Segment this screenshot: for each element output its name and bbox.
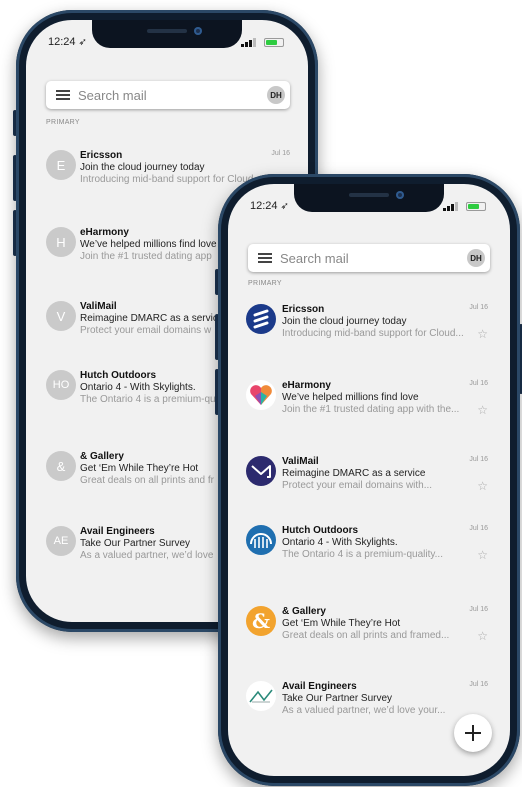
email-subject: Get ‘Em While They’re Hot [282,618,401,629]
email-subject: Reimagine DMARC as a service [282,468,426,479]
star-icon[interactable]: ☆ [477,630,488,642]
email-row[interactable]: ValiMail Reimagine DMARC as a service Pr… [246,456,488,496]
star-icon[interactable]: ☆ [477,480,488,492]
email-subject: Join the cloud journey today [282,316,407,327]
search-input[interactable]: Search mail [78,88,267,103]
hamburger-menu-icon[interactable] [56,90,70,100]
section-label-primary: PRIMARY [46,119,80,126]
email-text: Avail Engineers Take Our Partner Survey … [282,681,488,717]
gallery-ampersand-logo-icon: & [246,606,276,636]
signal-icon [241,38,256,47]
email-row[interactable]: Hutch Outdoors Ontario 4 - With Skylight… [246,525,488,565]
star-icon[interactable]: ☆ [477,328,488,340]
email-sender: Ericsson [282,304,325,315]
sender-avatar: H [46,227,76,257]
email-date: Jul 16 [469,681,488,688]
ericsson-logo-icon [246,304,276,334]
location-arrow-icon: ➶ [280,201,289,212]
clock-text: 12:24 [250,200,278,212]
email-date: Jul 16 [469,304,488,311]
email-sender: & Gallery [282,606,326,617]
hamburger-menu-icon[interactable] [258,253,272,263]
email-row[interactable]: eHarmony We’ve helped millions find love… [246,380,488,420]
account-avatar[interactable]: DH [467,249,485,267]
speaker [349,193,389,197]
email-date: Jul 16 [469,606,488,613]
email-text: & Gallery Get ‘Em While They’re Hot Grea… [282,606,488,642]
camera-icon [194,27,202,35]
email-subject: Take Our Partner Survey [282,693,393,704]
status-time: 12:24 ➶ [250,200,289,212]
hutch-tent-logo-icon [246,525,276,555]
search-bar[interactable]: Search mail DH [46,81,290,109]
email-subject: We’ve helped millions find love [282,392,419,403]
email-subject: Join the cloud journey today [80,162,205,173]
valimail-envelope-logo-icon [246,456,276,486]
email-preview: Protect your email domains with... [282,480,433,491]
star-icon[interactable]: ☆ [477,404,488,416]
sender-avatar: V [46,301,76,331]
email-sender: Hutch Outdoors [282,525,359,536]
section-label-primary: PRIMARY [248,280,282,287]
battery-icon [466,202,486,211]
notch [92,20,242,48]
email-sender: Ericsson [80,150,123,161]
email-date: Jul 16 [469,380,488,387]
email-text: Ericsson Join the cloud journey today In… [282,304,488,340]
email-preview: Introducing mid-band support for Cloud..… [282,328,464,339]
email-text: eHarmony We’ve helped millions find love… [282,380,488,416]
email-sender: ValiMail [282,456,319,467]
signal-icon [443,202,458,211]
speaker [147,29,187,33]
camera-icon [396,191,404,199]
avail-engineers-logo-icon [246,681,276,711]
email-text: Hutch Outdoors Ontario 4 - With Skylight… [282,525,488,561]
email-preview: As a valued partner, we’d love your... [282,705,446,716]
email-sender: Avail Engineers [282,681,357,692]
email-row[interactable]: & & Gallery Get ‘Em While They’re Hot Gr… [246,606,488,646]
sender-avatar: HO [46,370,76,400]
battery-icon [264,38,284,47]
front-phone-screen: 12:24 ➶ Search mail DH PRIMARY Ericsson J… [228,184,510,776]
account-avatar[interactable]: DH [267,86,285,104]
status-time: 12:24 ➶ [48,36,87,48]
sender-avatar: E [46,150,76,180]
clock-text: 12:24 [48,36,76,48]
search-bar[interactable]: Search mail DH [248,244,490,272]
status-icons [443,202,486,211]
compose-button[interactable] [454,714,492,752]
search-input[interactable]: Search mail [280,251,467,266]
front-phone: 12:24 ➶ Search mail DH PRIMARY Ericsson J… [215,174,522,786]
email-row[interactable]: Avail Engineers Take Our Partner Survey … [246,681,488,721]
email-text: ValiMail Reimagine DMARC as a service Pr… [282,456,488,492]
email-date: Jul 16 [271,150,290,157]
email-subject: Ontario 4 - With Skylights. [282,537,398,548]
sender-avatar: AE [46,526,76,556]
email-preview: Join the #1 trusted dating app with the.… [282,404,460,415]
status-icons [241,38,284,47]
email-row[interactable]: Ericsson Join the cloud journey today In… [246,304,488,344]
eharmony-heart-logo-icon [246,380,276,410]
location-arrow-icon: ➶ [78,37,87,48]
plus-icon [465,725,481,741]
sender-avatar: & [46,451,76,481]
email-sender: eHarmony [282,380,331,391]
notch [294,184,444,212]
email-preview: Great deals on all prints and framed... [282,630,450,641]
email-preview: The Ontario 4 is a premium-quality... [282,549,443,560]
email-date: Jul 16 [469,525,488,532]
email-date: Jul 16 [469,456,488,463]
star-icon[interactable]: ☆ [477,549,488,561]
